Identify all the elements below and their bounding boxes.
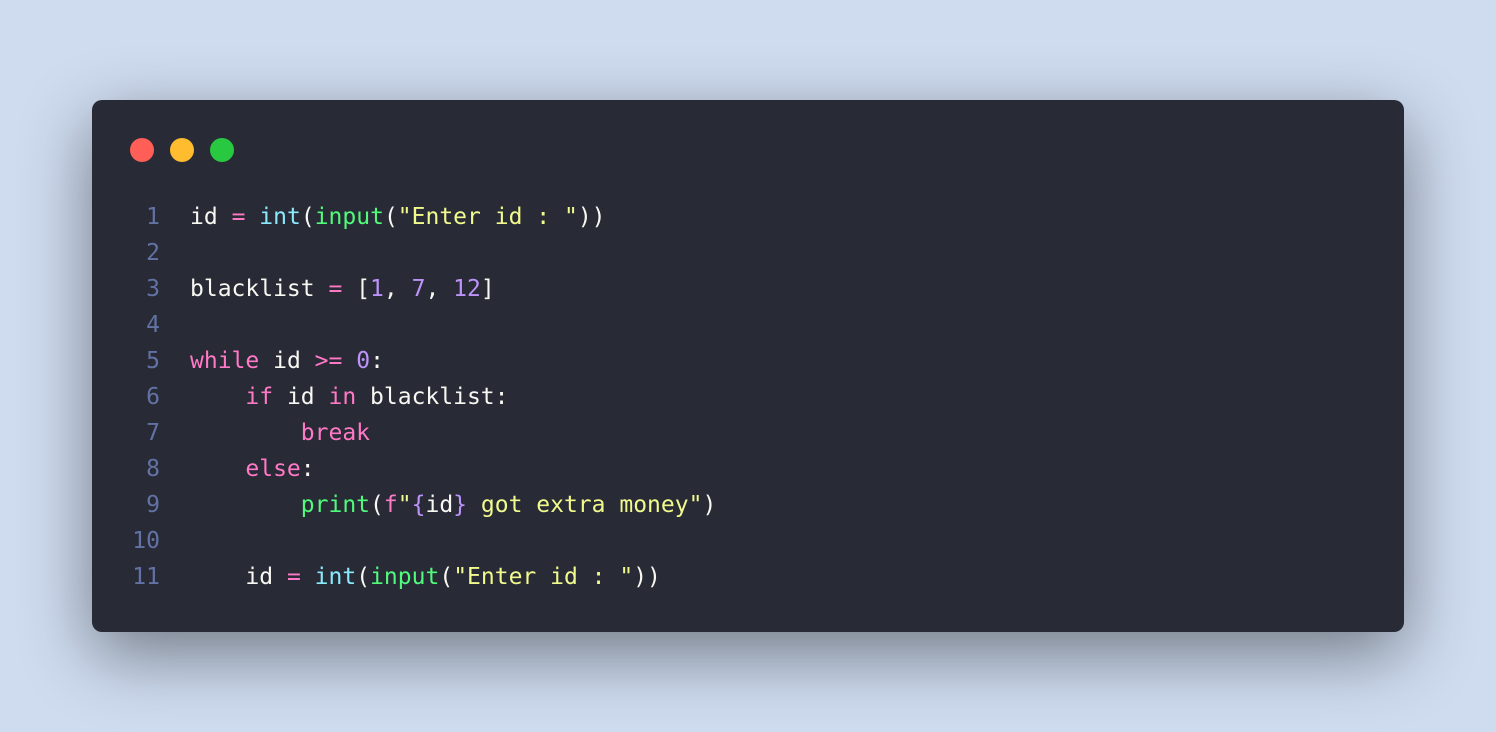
code-token: (	[370, 492, 384, 518]
code-token: input	[370, 564, 440, 590]
line-source: id = int(input("Enter id : "))	[190, 199, 606, 235]
code-token: [	[342, 276, 371, 302]
code-token: 0	[356, 348, 371, 374]
code-token: id	[273, 384, 329, 410]
code-editor[interactable]: 1 id = int(input("Enter id : ")) 2 3 blackli…	[92, 199, 1404, 595]
line-source: break	[190, 415, 370, 451]
code-token: "Enter id : "	[453, 564, 634, 590]
line-number: 9	[146, 492, 160, 518]
code-token: =	[286, 564, 301, 590]
code-token: id	[425, 492, 454, 518]
code-line[interactable]: 4	[92, 307, 1404, 343]
code-line[interactable]: 2	[92, 235, 1404, 271]
code-token: :	[370, 348, 384, 374]
code-token: in	[328, 384, 357, 410]
code-token: 1	[370, 276, 384, 302]
code-token: while	[190, 348, 260, 374]
code-token: got extra money"	[467, 492, 703, 518]
code-line[interactable]: 6 if id in blacklist:	[92, 379, 1404, 415]
line-number: 3	[146, 276, 160, 302]
code-line[interactable]: 5 while id >= 0:	[92, 343, 1404, 379]
code-token: f	[383, 492, 398, 518]
code-token: ,	[383, 276, 412, 302]
code-token: (	[356, 564, 371, 590]
code-token: id	[259, 348, 315, 374]
code-token: ,	[425, 276, 454, 302]
code-token: (	[439, 564, 454, 590]
minimize-button[interactable]	[170, 138, 194, 162]
code-line[interactable]: 9 print(f"{id} got extra money")	[92, 487, 1404, 523]
code-line[interactable]: 10	[92, 523, 1404, 559]
code-token: blacklist:	[356, 384, 509, 410]
code-token: "Enter id : "	[397, 204, 578, 230]
code-token: int	[259, 204, 301, 230]
line-number: 8	[146, 456, 160, 482]
line-number: 1	[146, 204, 160, 230]
code-token: id	[190, 204, 218, 230]
close-button[interactable]	[130, 138, 154, 162]
code-token: id	[245, 564, 274, 590]
code-token: 7	[411, 276, 426, 302]
code-token: ]	[480, 276, 495, 302]
line-source: while id >= 0:	[190, 343, 384, 379]
code-token: =	[328, 276, 343, 302]
code-line[interactable]: 3 blacklist = [1, 7, 12]	[92, 271, 1404, 307]
code-token: ))	[633, 564, 661, 590]
line-number: 2	[146, 240, 160, 266]
code-token: else	[245, 456, 301, 482]
code-token: =	[231, 204, 246, 230]
code-token: {	[411, 492, 426, 518]
code-line[interactable]: 11 id = int(input("Enter id : "))	[92, 559, 1404, 595]
code-token: (	[383, 204, 398, 230]
code-line[interactable]: 7 break	[92, 415, 1404, 451]
line-number: 6	[146, 384, 160, 410]
code-token: )	[702, 492, 717, 518]
code-token: print	[300, 492, 371, 518]
code-token: int	[314, 564, 357, 590]
code-token: input	[314, 204, 384, 230]
code-token: (	[300, 204, 315, 230]
maximize-button[interactable]	[210, 138, 234, 162]
code-line[interactable]: 1 id = int(input("Enter id : "))	[92, 199, 1404, 235]
code-token: if	[245, 384, 274, 410]
code-token: }	[453, 492, 468, 518]
code-token: ))	[577, 204, 606, 230]
code-token: :	[300, 456, 315, 482]
code-token: "	[397, 492, 412, 518]
line-number: 10	[132, 528, 160, 554]
code-token: >=	[314, 348, 343, 374]
code-line[interactable]: 8 else:	[92, 451, 1404, 487]
line-source: id = int(input("Enter id : "))	[190, 559, 661, 595]
line-number: 4	[146, 312, 160, 338]
code-token: 12	[453, 276, 481, 302]
line-number: 11	[132, 564, 160, 590]
line-source: if id in blacklist:	[190, 379, 509, 415]
line-number: 7	[146, 420, 160, 446]
line-source: else:	[190, 451, 315, 487]
code-token: blacklist	[190, 276, 315, 302]
line-number: 5	[146, 348, 160, 374]
code-window: 1 id = int(input("Enter id : ")) 2 3 blackli…	[92, 100, 1404, 632]
code-token: break	[300, 420, 371, 446]
line-source: blacklist = [1, 7, 12]	[190, 271, 495, 307]
line-source: print(f"{id} got extra money")	[190, 487, 717, 523]
